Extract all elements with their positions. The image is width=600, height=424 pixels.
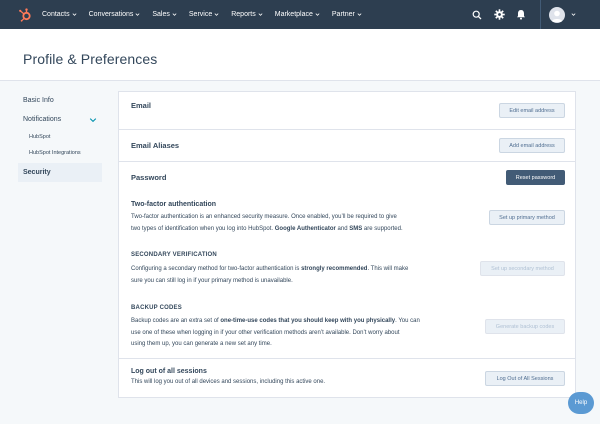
chevron-down-icon[interactable] bbox=[571, 12, 576, 17]
two-factor-title: Two-factor authentication bbox=[131, 201, 217, 208]
sidebar-item-label: Security bbox=[23, 169, 51, 176]
settings-sidebar: Basic Info Notifications HubSpot HubSpot… bbox=[18, 94, 102, 182]
sidebar-item-security[interactable]: Security bbox=[18, 163, 102, 182]
sidebar-item-hubspot-integrations[interactable]: HubSpot Integrations bbox=[18, 146, 102, 160]
sidebar-item-label: HubSpot Integrations bbox=[29, 150, 81, 156]
logout-section: Log out of all sessions This will log yo… bbox=[119, 359, 575, 397]
chevron-down-icon bbox=[135, 12, 140, 17]
nav-service-label: Service bbox=[188, 11, 213, 18]
logout-title: Log out of all sessions bbox=[131, 368, 207, 375]
set-up-secondary-method-button[interactable]: Set up secondary method bbox=[480, 261, 565, 276]
gear-icon[interactable] bbox=[488, 0, 510, 29]
two-factor-text-line: two types of identification when you log… bbox=[131, 224, 471, 236]
text-fragment: are supported. bbox=[362, 225, 403, 232]
log-out-all-sessions-button[interactable]: Log Out of All Sessions bbox=[485, 371, 565, 386]
backup-text-line: use one of these when logging in if your… bbox=[131, 329, 400, 336]
two-factor-description: Two-factor authentication is an enhanced… bbox=[131, 212, 471, 235]
generate-backup-codes-button[interactable]: Generate backup codes bbox=[485, 319, 565, 334]
nav-divider bbox=[540, 0, 541, 29]
text-fragment-bold: SMS bbox=[349, 225, 363, 232]
set-up-primary-method-button[interactable]: Set up primary method bbox=[489, 210, 565, 225]
chevron-down-icon bbox=[258, 12, 263, 17]
sidebar-item-label: HubSpot bbox=[29, 134, 51, 140]
nav-marketplace-label: Marketplace bbox=[274, 11, 313, 18]
logout-description: This will log you out of all devices and… bbox=[131, 379, 326, 385]
two-factor-text-line: Two-factor authentication is an enhanced… bbox=[131, 214, 397, 220]
sidebar-item-notifications[interactable]: Notifications bbox=[18, 113, 102, 127]
backup-codes-description: Backup codes are an extra set of one-tim… bbox=[131, 316, 471, 351]
email-aliases-title: Email Aliases bbox=[131, 141, 180, 150]
bell-icon[interactable] bbox=[510, 0, 532, 29]
sidebar-item-label: Basic Info bbox=[23, 97, 54, 104]
edit-email-button[interactable]: Edit email address bbox=[499, 103, 565, 118]
secondary-text-line: Configuring a secondary method for two-f… bbox=[131, 264, 471, 276]
text-fragment: two types of identification when you log… bbox=[131, 225, 275, 232]
nav-contacts[interactable]: Contacts bbox=[42, 11, 77, 18]
sidebar-item-hubspot[interactable]: HubSpot bbox=[18, 130, 102, 144]
text-fragment: Configuring a secondary method for two-f… bbox=[131, 266, 302, 272]
chevron-down-icon bbox=[72, 12, 77, 17]
backup-text-line: Backup codes are an extra set of one-tim… bbox=[131, 316, 471, 328]
chevron-down-icon bbox=[214, 12, 219, 17]
nav-contacts-label: Contacts bbox=[42, 11, 70, 18]
nav-sales-label: Sales bbox=[152, 11, 170, 18]
nav-conversations[interactable]: Conversations bbox=[89, 11, 141, 18]
nav-partner-label: Partner bbox=[331, 11, 355, 18]
nav-service[interactable]: Service bbox=[189, 11, 219, 18]
nav-partner[interactable]: Partner bbox=[332, 11, 362, 18]
password-section: Password Reset password Two-factor authe… bbox=[119, 162, 575, 359]
nav-right-tools bbox=[466, 0, 600, 29]
text-fragment: and bbox=[335, 225, 350, 232]
password-title: Password bbox=[131, 173, 167, 182]
nav-marketplace[interactable]: Marketplace bbox=[275, 11, 320, 18]
nav-reports-label: Reports bbox=[231, 11, 256, 18]
add-email-button[interactable]: Add email address bbox=[499, 138, 565, 153]
text-fragment-bold: Google Authenticator bbox=[274, 225, 336, 232]
chevron-down-icon[interactable] bbox=[89, 116, 97, 124]
text-fragment: Backup codes are an extra set of bbox=[131, 318, 221, 324]
page-header: Profile & Preferences bbox=[0, 29, 600, 81]
page-title: Profile & Preferences bbox=[23, 51, 158, 67]
text-fragment: . You can bbox=[395, 318, 420, 324]
nav-conversations-label: Conversations bbox=[88, 11, 134, 18]
top-navigation-bar: Contacts Conversations Sales Service Rep… bbox=[0, 0, 600, 29]
help-button[interactable]: Help bbox=[568, 392, 594, 414]
secondary-verification-description: Configuring a secondary method for two-f… bbox=[131, 264, 471, 287]
search-icon[interactable] bbox=[466, 0, 488, 29]
nav-sales[interactable]: Sales bbox=[152, 11, 177, 18]
security-panel: Email Edit email address Email Aliases A… bbox=[118, 91, 576, 398]
text-fragment-bold: one-time-use codes that you should keep … bbox=[220, 318, 396, 324]
reset-password-button[interactable]: Reset password bbox=[506, 170, 565, 185]
email-aliases-section: Email Aliases Add email address bbox=[119, 130, 575, 162]
text-fragment-bold: strongly recommended bbox=[301, 266, 368, 272]
email-section: Email Edit email address bbox=[119, 92, 575, 130]
secondary-verification-title: SECONDARY VERIFICATION bbox=[131, 252, 217, 258]
nav-reports[interactable]: Reports bbox=[231, 11, 263, 18]
secondary-text-line: sure you can still log in if your primar… bbox=[131, 277, 293, 284]
chevron-down-icon bbox=[357, 12, 362, 17]
backup-codes-title: BACKUP CODES bbox=[131, 305, 182, 311]
hubspot-sprocket-icon[interactable] bbox=[18, 7, 32, 22]
backup-text-line: using them up, you can generate a new se… bbox=[131, 341, 272, 347]
chevron-down-icon bbox=[315, 12, 320, 17]
sidebar-item-label: Notifications bbox=[23, 116, 62, 123]
avatar[interactable] bbox=[549, 6, 565, 23]
text-fragment: . This will make bbox=[367, 266, 409, 272]
email-title: Email bbox=[131, 101, 152, 110]
chevron-down-icon bbox=[172, 12, 177, 17]
sidebar-item-basic-info[interactable]: Basic Info bbox=[18, 94, 102, 108]
